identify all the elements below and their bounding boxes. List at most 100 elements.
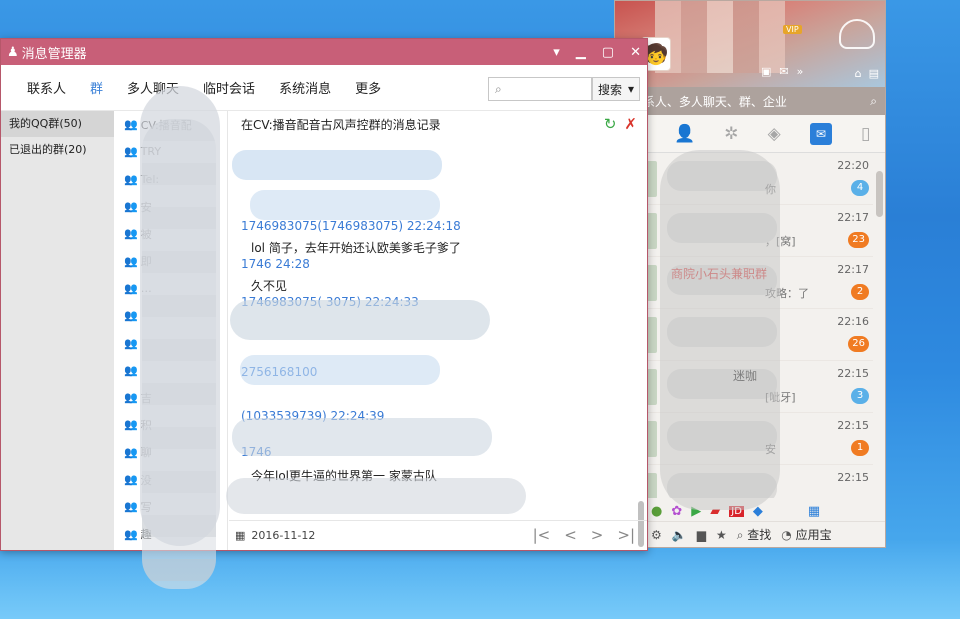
more-icon[interactable]: » [797, 65, 804, 78]
privacy-blur [232, 150, 442, 180]
group-icon: 👥 [124, 227, 138, 241]
search-button[interactable]: 搜索 ▾ [592, 77, 640, 101]
group-icon: 👥 [124, 500, 138, 514]
last-page-icon[interactable]: >| [617, 526, 635, 544]
app-store-label: 应用宝 [795, 528, 832, 542]
search-icon: ⌕ [495, 81, 502, 96]
qq-profile-header: 🧒 VIP ▣ ✉ » ⌂ ▤ [615, 1, 885, 87]
app-icon[interactable]: ▣ [761, 65, 771, 78]
privacy-blur [230, 300, 490, 340]
search-icon[interactable]: ⌕ [870, 94, 877, 109]
conversation-time: 22:17 [837, 263, 869, 276]
tab-more[interactable]: 更多 [343, 78, 393, 97]
folder-icon[interactable]: ▆ [697, 528, 706, 542]
group-icon: 👥 [124, 473, 138, 486]
title-bar[interactable]: ♟ 消息管理器 ▾ ▁ ▢ ✕ [1, 39, 647, 65]
diamond-tab-icon[interactable]: ◈ [768, 124, 781, 144]
bookmark-icon[interactable]: ★ [716, 528, 727, 542]
privacy-blur [226, 478, 526, 514]
group-icon: 👥 [124, 391, 138, 405]
privacy-blur [140, 86, 220, 546]
message-body: 久不见 [251, 279, 288, 293]
conversation-time: 22:15 [837, 471, 869, 484]
find-button[interactable]: ⌕ 查找 [737, 526, 772, 543]
space-tab-icon[interactable]: ✲ [724, 124, 738, 144]
group-category-1[interactable]: 已退出的群(20) [1, 137, 114, 163]
tab-contacts[interactable]: 联系人 [15, 78, 78, 97]
mail-icon[interactable]: ✉ [779, 65, 788, 78]
chevron-down-icon: ▾ [627, 82, 635, 96]
group-icon: 👥 [124, 336, 138, 350]
conversation-time: 22:15 [837, 367, 869, 380]
privacy-blur [240, 355, 440, 385]
window-title: 消息管理器 [21, 46, 87, 62]
message-scrollbar[interactable] [636, 173, 646, 557]
skin-icon[interactable]: ▤ [869, 67, 879, 80]
minimize-button[interactable]: ▁ [576, 45, 586, 60]
group-category-0[interactable]: 我的QQ群(50) [1, 111, 114, 137]
delete-icon[interactable]: ✗ [624, 115, 637, 133]
vip-badge: VIP [783, 25, 802, 34]
home-icon[interactable]: ⌂ [855, 67, 862, 80]
messages-tab-icon[interactable]: ✉ [809, 122, 832, 145]
conversation-time: 22:16 [837, 315, 869, 328]
group-icon: 👥 [124, 418, 138, 432]
window-controls: ▾ ▁ ▢ ✕ [553, 39, 641, 65]
message-sender-line: 1746983075(1746983075) 22:24:18 [241, 219, 461, 233]
qq-search-bar[interactable]: : 联系人、多人聊天、群、企业 ⌕ [615, 87, 885, 115]
unread-badge: 2 [851, 284, 869, 300]
refresh-icon[interactable]: ↻ [604, 115, 617, 133]
qq-scrollbar[interactable] [876, 171, 883, 217]
group-category-panel: 我的QQ群(50) 已退出的群(20) [1, 111, 114, 550]
group-icon: 👥 [124, 281, 138, 295]
record-footer: ▦ 2016-11-12 |< < > >| [229, 520, 647, 550]
chat-record-header: 在CV:播音配音古风声控群的消息记录 ↻ ✗ [229, 111, 647, 137]
maximize-button[interactable]: ▢ [602, 45, 614, 60]
phone-tab-icon[interactable]: ▯ [861, 124, 870, 144]
group-icon: 👥 [124, 200, 138, 214]
settings-gear-icon[interactable]: ⚙ [651, 528, 662, 542]
privacy-blur [660, 150, 780, 510]
chat-record-title: 在CV:播音配音古风声控群的消息记录 [241, 117, 441, 132]
category-nav: 联系人群多人聊天 临时会话 系统消息 更多 ⌕ 搜索 ▾ [1, 65, 647, 111]
first-page-icon[interactable]: |< [533, 526, 551, 544]
status-icons: ▣ ✉ » [761, 65, 803, 78]
message-body: lol 简子，去年开始还认欧美爹毛子爹了 [251, 241, 461, 255]
calendar-icon[interactable]: ▦ [235, 529, 245, 542]
conversation-time: 22:20 [837, 159, 869, 172]
qq-penguin-icon: ♟ [7, 44, 19, 60]
unread-badge: 23 [848, 232, 869, 248]
flower-icon[interactable]: ✿ [671, 504, 682, 519]
tab-system-messages[interactable]: 系统消息 [267, 78, 343, 97]
group-icon: 👥 [124, 118, 138, 132]
record-date: 2016-11-12 [251, 529, 316, 542]
volume-icon[interactable]: 🔈 [672, 528, 687, 542]
group-icon: 👥 [124, 527, 138, 541]
group-icon: 👥 [124, 445, 138, 459]
privacy-blur [250, 190, 440, 220]
search-button-label: 搜索 [597, 82, 622, 97]
dropdown-icon[interactable]: ▾ [553, 45, 560, 60]
unread-badge: 3 [851, 388, 869, 404]
search-input[interactable]: ⌕ [488, 77, 592, 101]
privacy-blur [232, 418, 492, 456]
unread-badge: 1 [851, 440, 869, 456]
unread-badge: 4 [851, 180, 869, 196]
prev-page-icon[interactable]: < [564, 526, 577, 544]
message-sender-line: 1746 24:28 [241, 257, 310, 271]
game-icon[interactable]: ● [651, 504, 662, 519]
contacts-tab-icon[interactable]: 👤 [674, 124, 695, 144]
close-button[interactable]: ✕ [630, 45, 641, 60]
next-page-icon[interactable]: > [591, 526, 604, 544]
weather-cloud-icon[interactable] [839, 19, 875, 49]
qq-window-controls: ⌂ ▤ [855, 67, 879, 80]
record-actions: ↻ ✗ [604, 115, 637, 133]
app-store-button[interactable]: ◔ 应用宝 [781, 526, 831, 543]
tab-groups[interactable]: 群 [78, 78, 115, 97]
qq-tab-bar: ☆ 👤 ✲ ◈ ✉ ▯ [615, 115, 885, 153]
conversation-time: 22:17 [837, 211, 869, 224]
grid-menu-icon[interactable]: ▦ [808, 504, 820, 519]
message-manager-window: ♟ 消息管理器 ▾ ▁ ▢ ✕ 联系人群多人聊天 临时会话 系统消息 更多 ⌕ 搜索 … [0, 38, 648, 589]
blurred-nickname [655, 1, 785, 73]
group-icon: 👥 [124, 145, 138, 159]
